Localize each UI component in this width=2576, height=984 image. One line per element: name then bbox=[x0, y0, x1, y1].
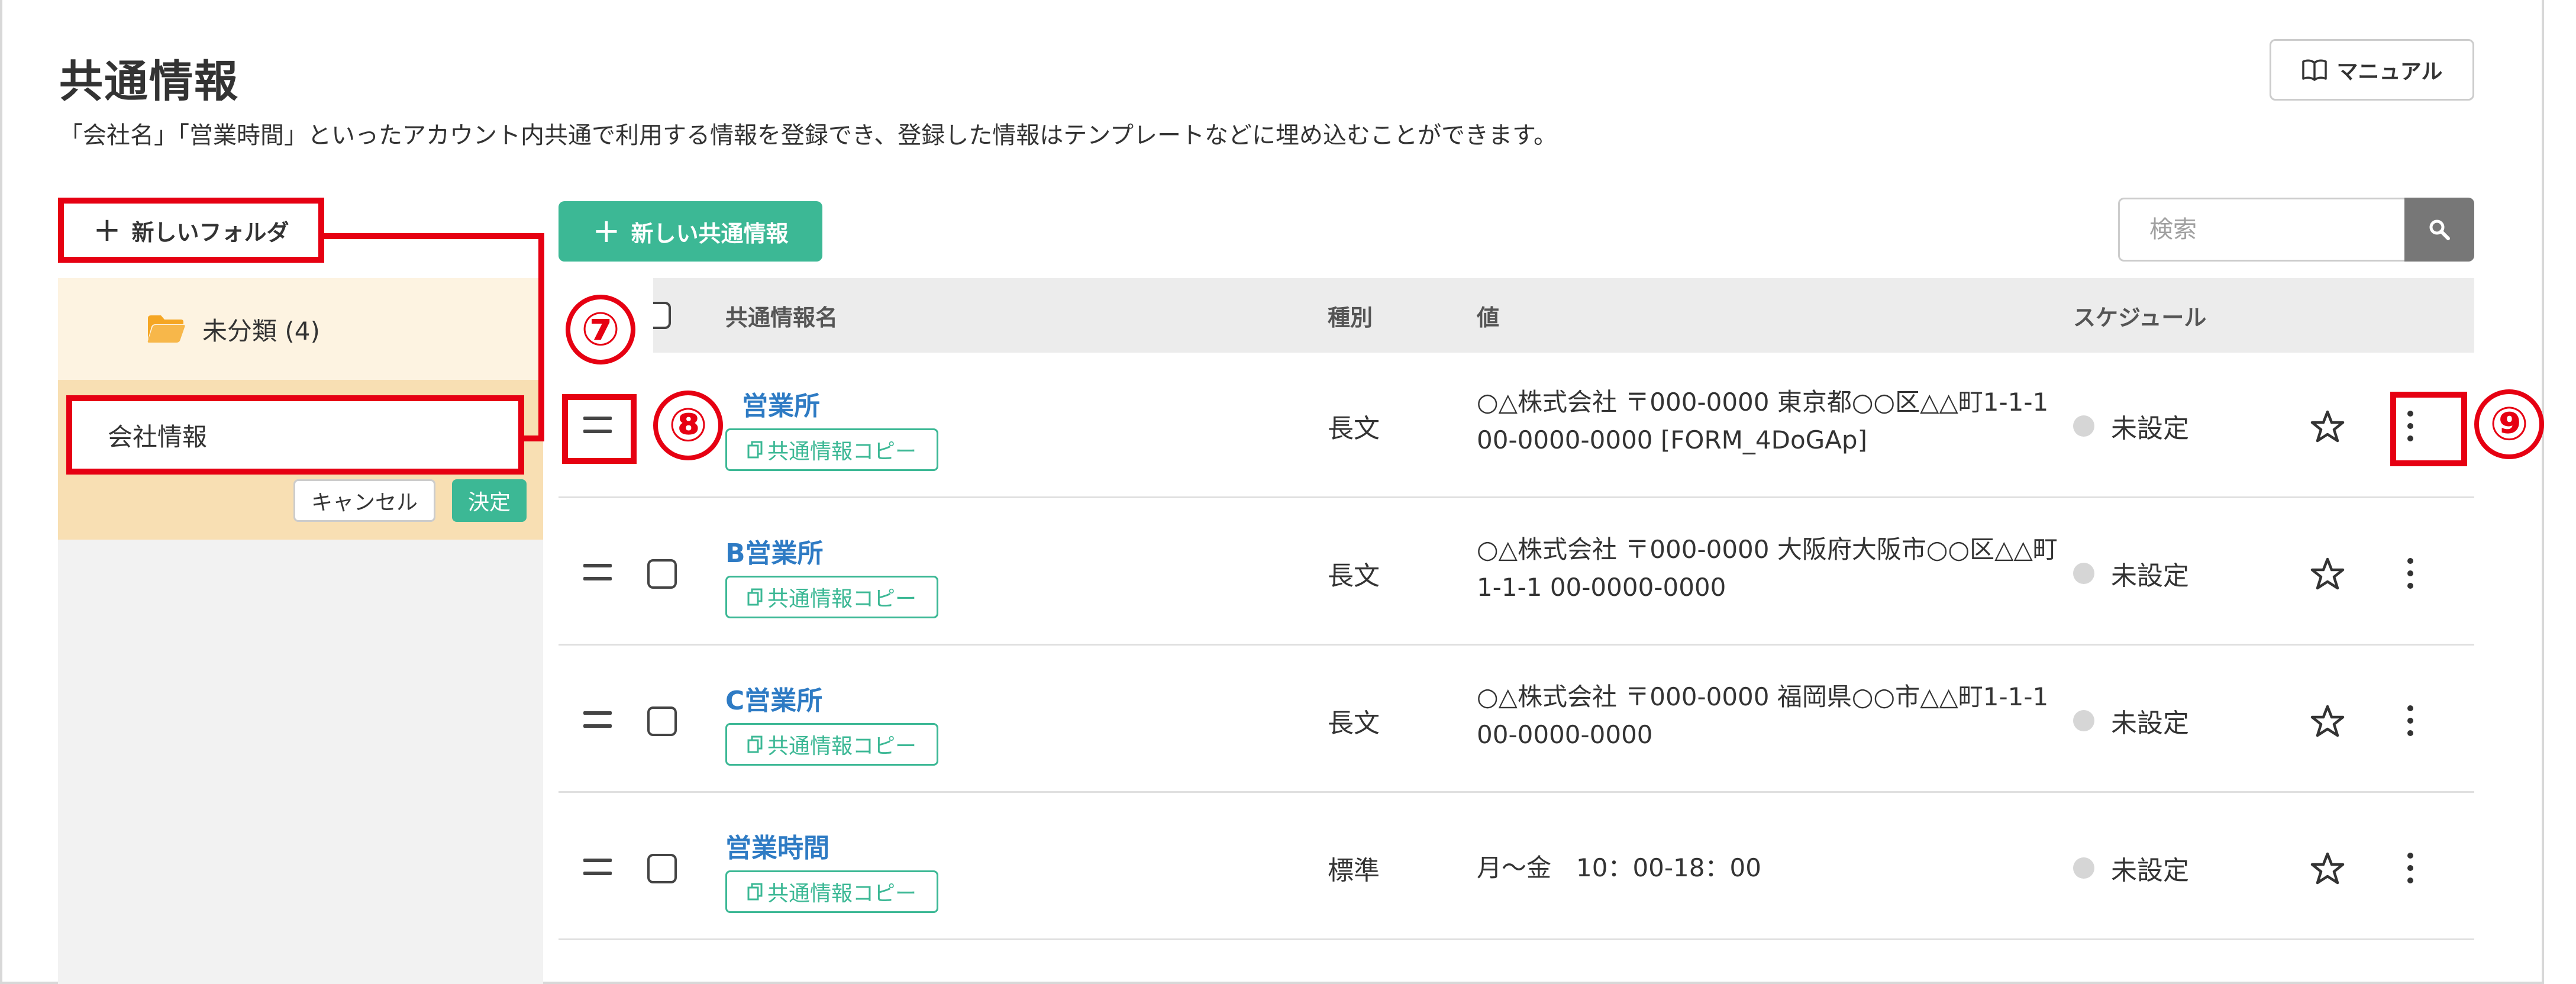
search-bar bbox=[2118, 198, 2474, 262]
decide-button[interactable]: 決定 bbox=[452, 479, 527, 522]
table-row: C営業所 共通情報コピー 長文 ○△株式会社 〒000-0000 福岡県○○市△… bbox=[559, 647, 2474, 793]
annotation-connector bbox=[538, 233, 544, 441]
column-header-schedule: スケジュール bbox=[2073, 304, 2207, 331]
schedule-label: 未設定 bbox=[2111, 561, 2189, 591]
new-common-info-label: 新しい共通情報 bbox=[631, 220, 789, 247]
value-cell: ○△株式会社 〒000-0000 東京都○○区△△町1-1-1 00-0000-… bbox=[1477, 388, 2049, 454]
copy-label: 共通情報コピー bbox=[767, 734, 916, 759]
row-checkbox[interactable] bbox=[647, 854, 677, 883]
status-dot bbox=[2073, 563, 2094, 584]
more-menu-icon[interactable] bbox=[2401, 849, 2420, 887]
schedule-label: 未設定 bbox=[2111, 856, 2189, 886]
folder-icon bbox=[147, 315, 185, 343]
annotation-box-drag-handle bbox=[562, 394, 637, 464]
copy-icon bbox=[747, 588, 763, 606]
manual-button-label: マニュアル bbox=[2336, 60, 2443, 84]
book-icon bbox=[2301, 59, 2327, 81]
table-row: 営業所 共通情報コピー 長文 ○△株式会社 〒000-0000 東京都○○区△△… bbox=[559, 353, 2474, 498]
manual-button[interactable]: マニュアル bbox=[2270, 39, 2474, 101]
copy-label: 共通情報コピー bbox=[767, 440, 916, 464]
value-cell: ○△株式会社 〒000-0000 福岡県○○市△△町1-1-1 00-0000-… bbox=[1477, 682, 2049, 749]
copy-common-info-button[interactable]: 共通情報コピー bbox=[725, 576, 938, 618]
common-info-name-link[interactable]: B営業所 bbox=[725, 532, 824, 570]
annotation-connector bbox=[324, 233, 544, 239]
table-row: 営業時間 共通情報コピー 標準 月～金 10：00-18：00 未設定 bbox=[559, 795, 2474, 940]
annotation-connector bbox=[524, 435, 544, 441]
plus-icon: + bbox=[93, 211, 121, 249]
annotation-marker-8: ⑧ bbox=[653, 391, 723, 460]
new-folder-name-input[interactable]: 会社情報 bbox=[66, 395, 524, 475]
table-header: 共通情報名 種別 値 スケジュール bbox=[559, 278, 2474, 353]
schedule-cell: 未設定 bbox=[2073, 849, 2189, 887]
annotation-marker-7: ⑦ bbox=[566, 295, 635, 364]
column-header-kind: 種別 bbox=[1328, 304, 1373, 331]
status-dot bbox=[2073, 857, 2094, 879]
schedule-label: 未設定 bbox=[2111, 414, 2189, 444]
annotation-box-more-menu bbox=[2390, 392, 2467, 466]
search-button[interactable] bbox=[2404, 198, 2474, 262]
star-icon[interactable] bbox=[2310, 851, 2345, 886]
schedule-cell: 未設定 bbox=[2073, 702, 2189, 740]
common-info-name-link[interactable]: 営業時間 bbox=[725, 827, 829, 864]
row-checkbox[interactable] bbox=[647, 706, 677, 736]
value-cell: ○△株式会社 〒000-0000 大阪府大阪市○○区△△町1-1-1 00-00… bbox=[1477, 535, 2058, 602]
drag-handle-icon[interactable] bbox=[583, 564, 612, 580]
schedule-cell: 未設定 bbox=[2073, 554, 2189, 592]
copy-icon bbox=[747, 735, 763, 753]
copy-label: 共通情報コピー bbox=[767, 882, 916, 906]
status-dot bbox=[2073, 710, 2094, 731]
copy-icon bbox=[747, 441, 763, 459]
common-info-name-link[interactable]: 営業所 bbox=[742, 385, 820, 422]
cancel-button[interactable]: キャンセル bbox=[293, 479, 435, 522]
copy-common-info-button[interactable]: 共通情報コピー bbox=[725, 723, 938, 766]
folder-item-uncategorized[interactable]: 未分類 (4) bbox=[58, 278, 543, 380]
search-icon bbox=[2429, 220, 2450, 240]
kind-cell: 長文 bbox=[1328, 708, 1380, 738]
star-icon[interactable] bbox=[2310, 557, 2345, 591]
more-menu-icon[interactable] bbox=[2401, 702, 2420, 740]
plus-icon: + bbox=[592, 212, 621, 250]
folder-sidebar: 未分類 (4) 会社情報 キャンセル 決定 bbox=[58, 278, 543, 984]
column-header-value: 値 bbox=[1477, 304, 1500, 331]
table-row: B営業所 共通情報コピー 長文 ○△株式会社 〒000-0000 大阪府大阪市○… bbox=[559, 500, 2474, 646]
copy-common-info-button[interactable]: 共通情報コピー bbox=[725, 870, 938, 913]
schedule-cell: 未設定 bbox=[2073, 407, 2189, 445]
schedule-label: 未設定 bbox=[2111, 708, 2189, 738]
kind-cell: 長文 bbox=[1328, 561, 1380, 591]
common-info-name-link[interactable]: C営業所 bbox=[725, 679, 822, 717]
status-dot bbox=[2073, 415, 2094, 437]
kind-cell: 長文 bbox=[1328, 414, 1380, 444]
star-icon[interactable] bbox=[2310, 409, 2345, 444]
folder-label: 未分類 (4) bbox=[202, 316, 320, 346]
search-input[interactable] bbox=[2118, 198, 2404, 262]
new-folder-button[interactable]: + 新しいフォルダ bbox=[58, 198, 324, 263]
row-checkbox[interactable] bbox=[647, 559, 677, 589]
copy-icon bbox=[747, 883, 763, 901]
new-folder-label: 新しいフォルダ bbox=[131, 219, 289, 246]
copy-common-info-button[interactable]: 共通情報コピー bbox=[725, 428, 938, 471]
column-header-name: 共通情報名 bbox=[725, 304, 838, 331]
drag-handle-icon[interactable] bbox=[583, 859, 612, 875]
page-description: 「会社名」「営業時間」といったアカウント内共通で利用する情報を登録でき、登録した… bbox=[59, 122, 1557, 149]
kind-cell: 標準 bbox=[1328, 856, 1380, 886]
more-menu-icon[interactable] bbox=[2401, 554, 2420, 592]
copy-label: 共通情報コピー bbox=[767, 587, 916, 611]
value-cell: 月～金 10：00-18：00 bbox=[1477, 853, 1761, 882]
annotation-marker-9: ⑨ bbox=[2474, 389, 2544, 459]
drag-handle-icon[interactable] bbox=[583, 711, 612, 728]
star-icon[interactable] bbox=[2310, 704, 2345, 738]
page-title: 共通情報 bbox=[59, 56, 239, 107]
new-common-info-button[interactable]: + 新しい共通情報 bbox=[559, 201, 822, 262]
